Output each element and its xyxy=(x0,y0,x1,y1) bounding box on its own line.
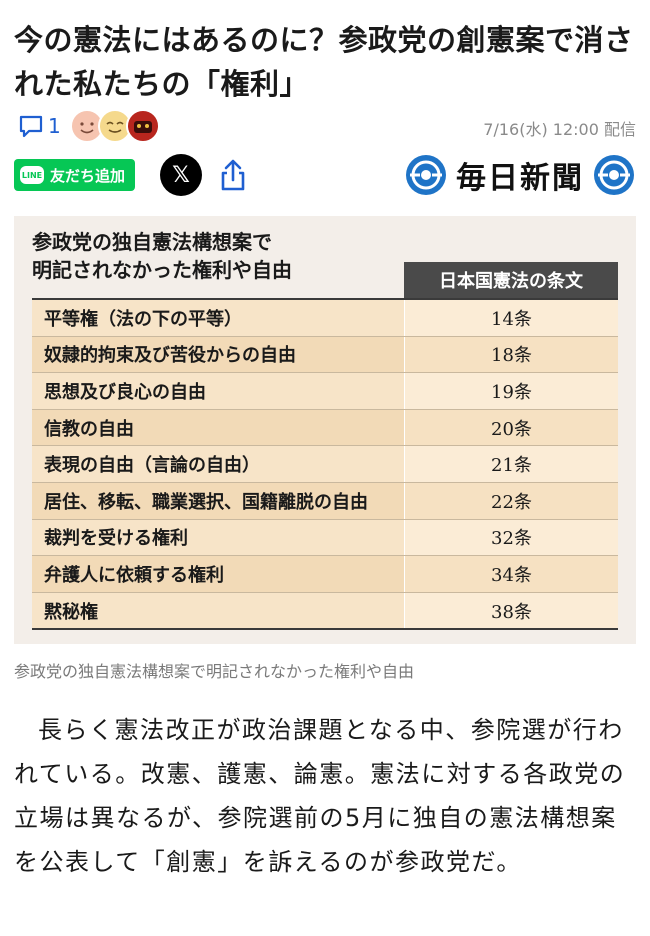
right-name: 弁護人に依頼する権利 xyxy=(32,556,404,592)
table-row: 裁判を受ける権利 32条 xyxy=(32,519,618,557)
article-number: 18条 xyxy=(404,336,618,373)
article-number: 20条 xyxy=(404,409,618,446)
comment-button[interactable]: 1 xyxy=(18,112,61,140)
mainichi-emblem-icon xyxy=(594,155,634,195)
table-row: 居住、移転、職業選択、国籍離脱の自由 22条 xyxy=(32,482,618,520)
right-name: 居住、移転、職業選択、国籍離脱の自由 xyxy=(32,482,404,519)
rights-table-figure[interactable]: 参政党の独自憲法構想案で 明記されなかった権利や自由 日本国憲法の条文 平等権（… xyxy=(14,216,636,644)
table-row: 表現の自由（言論の自由） 21条 xyxy=(32,446,618,483)
mainichi-emblem-icon xyxy=(406,155,446,195)
publisher-name: 毎日新聞 xyxy=(456,161,584,196)
article-meta: 1 7/16(水) 12:00 配信 xyxy=(14,106,636,146)
avatar xyxy=(126,109,160,143)
article-number: 14条 xyxy=(404,300,618,336)
table-row: 信教の自由 20条 xyxy=(32,409,618,447)
line-add-friend-button[interactable]: LINE 友だち追加 xyxy=(14,159,136,191)
table-row: 思想及び良心の自由 19条 xyxy=(32,373,618,410)
line-icon: LINE xyxy=(20,166,44,184)
publish-date: 7/16(水) 12:00 配信 xyxy=(483,120,636,139)
article-number: 38条 xyxy=(404,592,618,629)
right-name: 思想及び良心の自由 xyxy=(32,373,404,409)
column-header: 日本国憲法の条文 xyxy=(404,262,618,298)
table-row: 弁護人に依頼する権利 34条 xyxy=(32,556,618,593)
reaction-avatars[interactable] xyxy=(70,109,160,143)
right-name: 奴隷的拘束及び苦役からの自由 xyxy=(32,336,404,373)
article-title: 今の憲法にはあるのに？参政党の創憲案で消された私たちの「権利」 xyxy=(14,23,634,101)
rights-table: 平等権（法の下の平等） 14条 奴隷的拘束及び苦役からの自由 18条 思想及び良心の… xyxy=(32,298,618,631)
figure-heading-line: 明記されなかった権利や自由 xyxy=(32,258,292,282)
right-name: 平等権（法の下の平等） xyxy=(32,300,404,336)
article-number: 34条 xyxy=(404,556,618,592)
article-number: 21条 xyxy=(404,446,618,482)
article-number: 22条 xyxy=(404,482,618,519)
article-number: 19条 xyxy=(404,373,618,409)
comment-icon xyxy=(19,115,43,138)
x-share-button[interactable]: 𝕏 xyxy=(160,154,202,196)
figure-heading: 参政党の独自憲法構想案で 明記されなかった権利や自由 xyxy=(32,228,292,284)
article-number: 32条 xyxy=(404,519,618,556)
table-row: 奴隷的拘束及び苦役からの自由 18条 xyxy=(32,336,618,374)
right-name: 表現の自由（言論の自由） xyxy=(32,446,404,482)
right-name: 黙秘権 xyxy=(32,592,404,629)
table-row: 黙秘権 38条 xyxy=(32,592,618,631)
right-name: 裁判を受ける権利 xyxy=(32,519,404,556)
comment-count: 1 xyxy=(48,114,61,138)
figure-caption: 参政党の独自憲法構想案で明記されなかった権利や自由 xyxy=(14,662,415,681)
line-button-label: 友だち追加 xyxy=(50,166,126,185)
publisher-logo[interactable]: 毎日新聞 xyxy=(404,154,636,196)
right-name: 信教の自由 xyxy=(32,409,404,446)
x-logo-icon: 𝕏 xyxy=(172,162,190,188)
table-row: 平等権（法の下の平等） 14条 xyxy=(32,300,618,337)
share-row: LINE 友だち追加 𝕏 毎日新聞 xyxy=(14,154,636,196)
figure-heading-line: 参政党の独自憲法構想案で xyxy=(32,230,272,254)
article-body-paragraph: 長らく憲法改正が政治課題となる中、参院選が行われている。改憲、護憲、論憲。憲法に… xyxy=(14,716,626,876)
share-icon[interactable] xyxy=(216,158,250,192)
